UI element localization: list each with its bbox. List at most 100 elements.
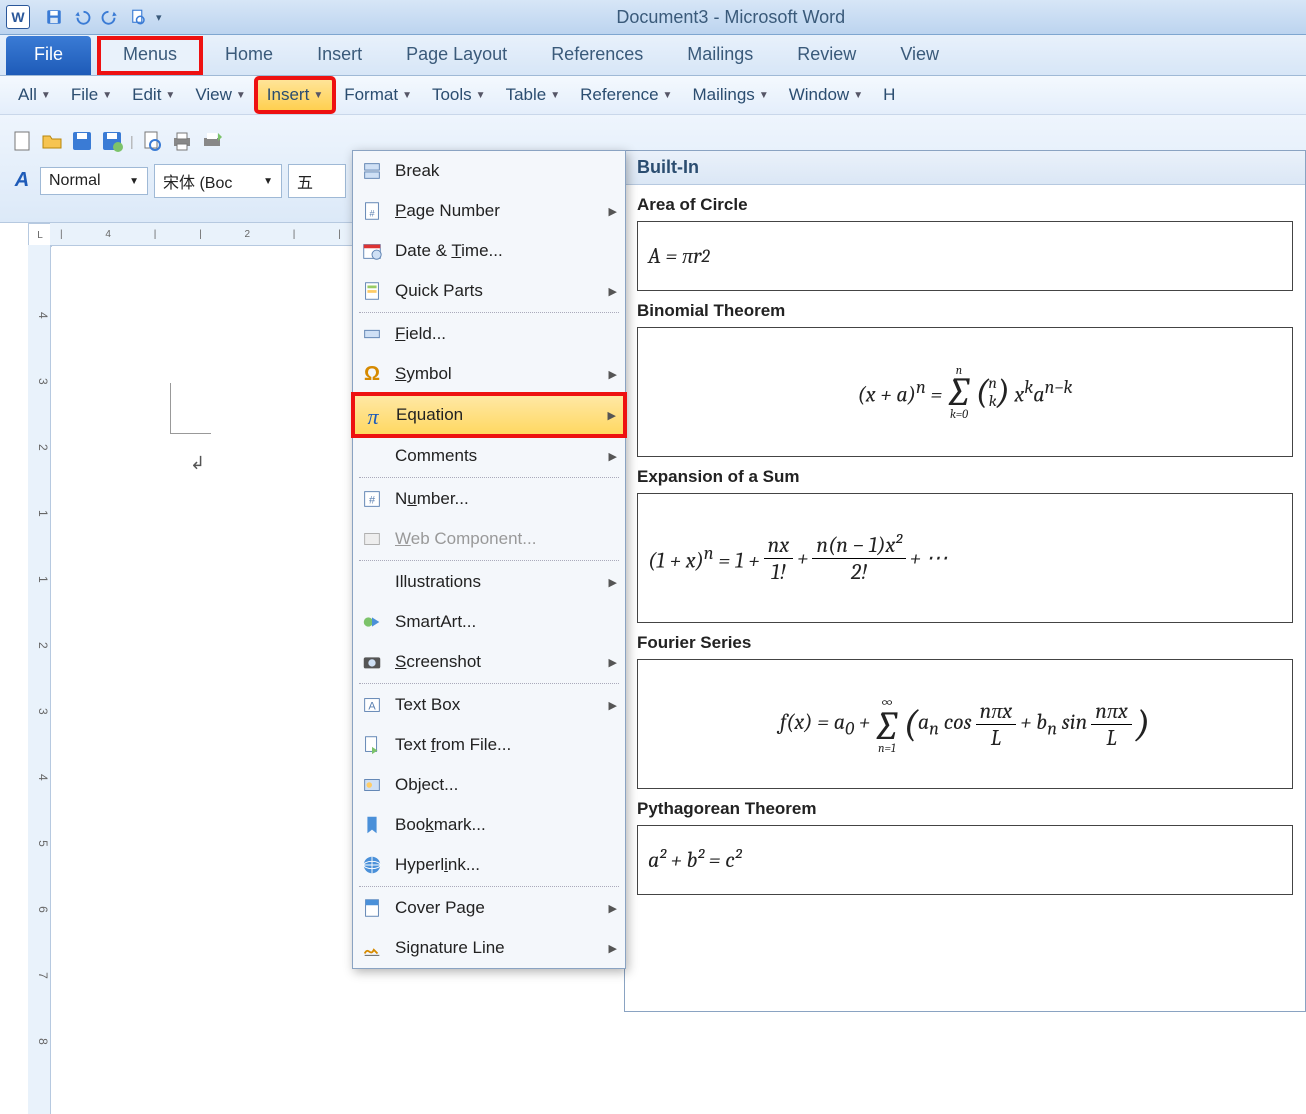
cursor-mark: ↲ bbox=[190, 453, 205, 474]
menu-hyperlink[interactable]: Hyperlink... bbox=[353, 845, 625, 885]
vertical-ruler[interactable]: 4 3 2 1 1 2 3 4 5 6 7 8 bbox=[28, 245, 51, 1114]
menu-signature-line[interactable]: Signature Line▶ bbox=[353, 928, 625, 968]
tab-references[interactable]: References bbox=[529, 36, 665, 75]
menu-edit[interactable]: Edit▼ bbox=[122, 79, 185, 111]
bookmark-icon bbox=[361, 814, 383, 836]
style-dropdown[interactable]: Normal▼ bbox=[40, 167, 148, 195]
menu-text-from-file[interactable]: Text from File... bbox=[353, 725, 625, 765]
menu-comments[interactable]: Comments▶ bbox=[353, 436, 625, 476]
expansion-equation[interactable]: (1 + x)n = 1 + nx1! + n(n − 1)x²2! + ⋯ bbox=[637, 493, 1293, 623]
menu-insert[interactable]: Insert▼ bbox=[256, 78, 334, 112]
menu-smartart[interactable]: SmartArt... bbox=[353, 602, 625, 642]
fourier-equation[interactable]: f(x) = a0 + ∞∑n=1 ( an cos nπxL + bn sin… bbox=[637, 659, 1293, 789]
fourier-section[interactable]: Fourier Series f(x) = a0 + ∞∑n=1 ( an co… bbox=[625, 623, 1305, 789]
field-icon bbox=[361, 323, 383, 345]
menu-web-component: Web Component... bbox=[353, 519, 625, 559]
menu-reference[interactable]: Reference▼ bbox=[570, 79, 682, 111]
expansion-section[interactable]: Expansion of a Sum (1 + x)n = 1 + nx1! +… bbox=[625, 457, 1305, 623]
tab-insert[interactable]: Insert bbox=[295, 36, 384, 75]
menu-screenshot[interactable]: Screenshot▶ bbox=[353, 642, 625, 682]
gallery-header: Built-In bbox=[625, 151, 1305, 185]
menu-illustrations[interactable]: Illustrations▶ bbox=[353, 562, 625, 602]
pyth-equation[interactable]: a² + b² = c² bbox=[637, 825, 1293, 895]
menu-break[interactable]: Break bbox=[353, 151, 625, 191]
menu-date-time[interactable]: Date & Time... bbox=[353, 231, 625, 271]
area-of-circle-section[interactable]: Area of Circle A = πr2 bbox=[625, 185, 1305, 291]
quick-print-icon[interactable] bbox=[200, 129, 224, 153]
pyth-title: Pythagorean Theorem bbox=[637, 799, 1293, 819]
menu-quick-parts[interactable]: Quick Parts▶ bbox=[353, 271, 625, 311]
text-box-icon: A bbox=[361, 694, 383, 716]
menu-all[interactable]: All▼ bbox=[8, 79, 61, 111]
new-icon[interactable] bbox=[10, 129, 34, 153]
redo-icon[interactable] bbox=[101, 8, 119, 26]
fourier-title: Fourier Series bbox=[637, 633, 1293, 653]
text-from-file-icon bbox=[361, 734, 383, 756]
menu-text-box[interactable]: AText Box▶ bbox=[353, 685, 625, 725]
signature-icon bbox=[361, 937, 383, 959]
page-number-icon: # bbox=[361, 200, 383, 222]
print-preview-icon[interactable] bbox=[140, 129, 164, 153]
save-icon[interactable] bbox=[70, 129, 94, 153]
menu-number[interactable]: #Number... bbox=[353, 479, 625, 519]
object-icon bbox=[361, 774, 383, 796]
menu-help[interactable]: H bbox=[873, 79, 905, 111]
menu-cover-page[interactable]: Cover Page▶ bbox=[353, 888, 625, 928]
smartart-icon bbox=[361, 611, 383, 633]
tab-review[interactable]: Review bbox=[775, 36, 878, 75]
cover-page-icon bbox=[361, 897, 383, 919]
title-bar: W ▾ Document3 - Microsoft Word bbox=[0, 0, 1306, 35]
word-icon: W bbox=[6, 5, 30, 29]
ruler-corner[interactable]: L bbox=[28, 223, 52, 247]
menu-bookmark[interactable]: Bookmark... bbox=[353, 805, 625, 845]
font-dropdown[interactable]: 宋体 (Boc▼ bbox=[154, 164, 282, 198]
menu-view[interactable]: View▼ bbox=[185, 79, 255, 111]
menu-page-number[interactable]: #Page Number▶ bbox=[353, 191, 625, 231]
ribbon-tabs: File Menus Home Insert Page Layout Refer… bbox=[0, 35, 1306, 76]
binomial-equation[interactable]: (x + a)n = n∑k=0 (nk) xkan−k bbox=[637, 327, 1293, 457]
menu-field[interactable]: Field... bbox=[353, 314, 625, 354]
illustrations-icon bbox=[361, 571, 383, 593]
hyperlink-icon bbox=[361, 854, 383, 876]
tab-menus[interactable]: Menus bbox=[97, 36, 203, 75]
print-icon[interactable] bbox=[170, 129, 194, 153]
open-icon[interactable] bbox=[40, 129, 64, 153]
tab-mailings[interactable]: Mailings bbox=[665, 36, 775, 75]
date-time-icon bbox=[361, 240, 383, 262]
save-as-icon[interactable] bbox=[100, 129, 124, 153]
equation-gallery: Built-In Area of Circle A = πr2 Binomial… bbox=[624, 150, 1306, 1012]
menu-format[interactable]: Format▼ bbox=[334, 79, 422, 111]
area-equation[interactable]: A = πr2 bbox=[637, 221, 1293, 291]
menu-window[interactable]: Window▼ bbox=[779, 79, 873, 111]
menu-mailings[interactable]: Mailings▼ bbox=[682, 79, 778, 111]
symbol-icon: Ω bbox=[361, 363, 383, 385]
tab-home[interactable]: Home bbox=[203, 36, 295, 75]
print-preview-icon[interactable] bbox=[129, 8, 147, 26]
font-size-dropdown[interactable]: 五 bbox=[288, 164, 346, 198]
menu-table[interactable]: Table▼ bbox=[496, 79, 571, 111]
menu-tools[interactable]: Tools▼ bbox=[422, 79, 496, 111]
pythagorean-section[interactable]: Pythagorean Theorem a² + b² = c² bbox=[625, 789, 1305, 895]
menu-object[interactable]: Object... bbox=[353, 765, 625, 805]
tab-page-layout[interactable]: Page Layout bbox=[384, 36, 529, 75]
tab-view[interactable]: View bbox=[878, 36, 961, 75]
insert-dropdown: Break #Page Number▶ Date & Time... Quick… bbox=[352, 150, 626, 969]
font-color-icon[interactable]: A bbox=[10, 169, 34, 193]
undo-icon[interactable] bbox=[73, 8, 91, 26]
comments-icon bbox=[361, 445, 383, 467]
menu-file[interactable]: File▼ bbox=[61, 79, 122, 111]
classic-menubar: All▼ File▼ Edit▼ View▼ Insert▼ Format▼ T… bbox=[0, 76, 1306, 115]
quick-parts-icon bbox=[361, 280, 383, 302]
menu-symbol[interactable]: ΩSymbol▶ bbox=[353, 354, 625, 394]
tab-file[interactable]: File bbox=[6, 36, 91, 75]
expansion-title: Expansion of a Sum bbox=[637, 467, 1293, 487]
menu-equation[interactable]: πEquation▶ bbox=[353, 394, 625, 436]
screenshot-icon bbox=[361, 651, 383, 673]
web-component-icon bbox=[361, 528, 383, 550]
page-margin-mark bbox=[170, 383, 211, 434]
svg-text:A: A bbox=[368, 701, 376, 713]
window-title: Document3 - Microsoft Word bbox=[162, 7, 1300, 28]
break-icon bbox=[361, 160, 383, 182]
binomial-section[interactable]: Binomial Theorem (x + a)n = n∑k=0 (nk) x… bbox=[625, 291, 1305, 457]
save-icon[interactable] bbox=[45, 8, 63, 26]
